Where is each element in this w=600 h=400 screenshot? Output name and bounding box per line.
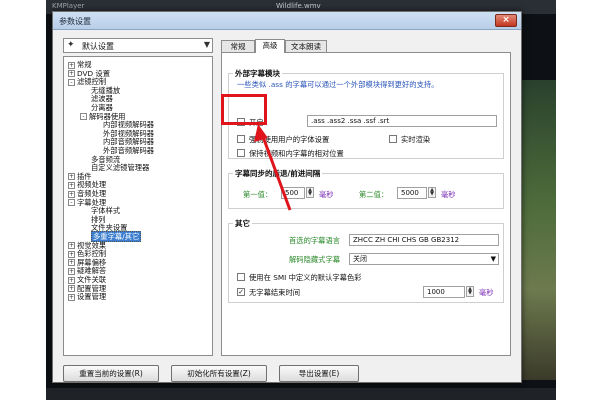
annotation-arrow-shaft	[260, 133, 292, 211]
annotation-arrow	[254, 124, 292, 211]
annotation-arrow-head	[254, 124, 268, 142]
tab-advanced[interactable]: 高级	[255, 39, 285, 53]
